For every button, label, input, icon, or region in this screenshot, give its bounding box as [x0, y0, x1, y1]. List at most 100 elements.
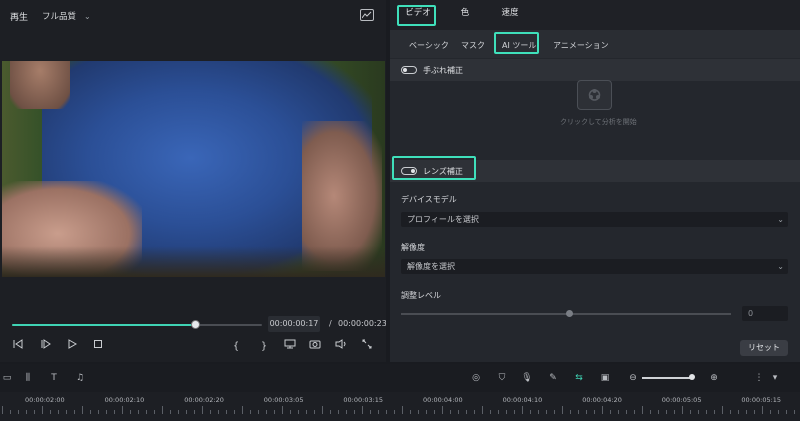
- ruler-tick: [482, 406, 483, 414]
- ruler-label: 00:00:03:05: [263, 396, 304, 404]
- play-icon[interactable]: [64, 339, 80, 355]
- ruler-label: 00:00:04:10: [502, 396, 543, 404]
- chevron-down-icon[interactable]: ▾: [768, 371, 782, 385]
- ruler-tick: [554, 410, 555, 414]
- ruler-tick: [274, 410, 275, 414]
- quality-select[interactable]: フル品質 ⌄: [38, 8, 95, 24]
- speed-icon[interactable]: ◎: [469, 371, 483, 385]
- ruler-tick: [258, 410, 259, 414]
- ruler-tick: [650, 410, 651, 414]
- stats-icon[interactable]: [360, 9, 374, 21]
- subtab-basic[interactable]: ベーシック: [409, 40, 449, 51]
- edit-icon[interactable]: ✎: [546, 371, 560, 385]
- ruler-tick: [570, 410, 571, 414]
- ruler-tick: [490, 410, 491, 414]
- subtab-ai-tools-highlight: [494, 32, 539, 54]
- ruler-tick: [26, 410, 27, 414]
- quality-value: フル品質: [42, 12, 77, 22]
- reset-button[interactable]: リセット: [740, 340, 788, 356]
- device-model-select[interactable]: プロフィールを選択 ⌄: [401, 212, 788, 227]
- inspector-panel: ビデオ 色 速度 ベーシック マスク AI ツール アニメーション 手ぶれ補正 …: [390, 0, 800, 362]
- playback-scrubber[interactable]: [12, 320, 262, 330]
- chevron-down-icon: ⌄: [84, 11, 91, 21]
- ruler-tick: [450, 410, 451, 414]
- ruler-tick: [770, 410, 771, 414]
- shield-icon[interactable]: ⛉: [495, 371, 509, 385]
- audio-wave-icon[interactable]: ♫: [73, 371, 87, 385]
- stabilize-toggle[interactable]: [401, 66, 417, 74]
- adjust-level-input[interactable]: 0: [742, 306, 788, 321]
- zoom-handle[interactable]: [689, 374, 695, 380]
- ruler-tick: [314, 410, 315, 414]
- ruler-tick: [714, 410, 715, 414]
- adjust-level-handle[interactable]: [566, 310, 573, 317]
- ruler-tick: [394, 410, 395, 414]
- ruler-tick: [170, 410, 171, 414]
- subtab-animation[interactable]: アニメーション: [553, 40, 609, 51]
- ruler-tick: [74, 410, 75, 414]
- ruler-tick: [498, 410, 499, 414]
- tab-color[interactable]: 色: [455, 6, 475, 18]
- text-tool-icon[interactable]: T: [47, 371, 61, 385]
- next-frame-icon[interactable]: [38, 339, 54, 355]
- ruler-tick: [306, 410, 307, 414]
- adjust-level-label: 調整レベル: [401, 291, 441, 300]
- ruler-tick: [626, 410, 627, 414]
- ruler-tick: [194, 410, 195, 414]
- mark-out-icon[interactable]: }: [256, 339, 272, 355]
- prev-frame-icon[interactable]: [10, 339, 26, 355]
- ruler-tick: [794, 410, 795, 414]
- scrubber-handle[interactable]: [190, 320, 200, 329]
- ruler-tick: [378, 410, 379, 414]
- ruler-tick: [330, 410, 331, 414]
- ruler-tick: [458, 410, 459, 414]
- total-timecode: 00:00:00:23: [338, 319, 386, 328]
- resolution-select[interactable]: 解像度を選択 ⌄: [401, 259, 788, 274]
- current-timecode[interactable]: 00:00:00:17: [268, 316, 320, 332]
- ruler-tick: [162, 406, 163, 414]
- grid-menu-icon[interactable]: ⋮: [752, 371, 766, 385]
- mark-in-icon[interactable]: {: [228, 339, 244, 355]
- caption-icon[interactable]: ▣: [598, 371, 612, 385]
- video-preview: [2, 61, 385, 277]
- ruler-label: 00:00:04:20: [582, 396, 622, 404]
- ruler-tick: [210, 410, 211, 414]
- ruler-tick: [738, 410, 739, 414]
- zoom-out-icon[interactable]: ⊖: [626, 371, 640, 385]
- scrubber-progress: [12, 324, 195, 326]
- volume-icon[interactable]: [333, 339, 349, 355]
- crop-icon[interactable]: ▭: [0, 371, 14, 385]
- analyze-icon[interactable]: [577, 80, 612, 110]
- ruler-tick: [234, 410, 235, 414]
- tab-speed[interactable]: 速度: [498, 6, 522, 18]
- ruler-tick: [562, 406, 563, 414]
- ruler-tick: [290, 410, 291, 414]
- display-icon[interactable]: [282, 339, 298, 355]
- ruler-tick: [66, 410, 67, 414]
- zoom-slider[interactable]: [642, 377, 692, 379]
- ruler-tick: [506, 410, 507, 414]
- ruler-tick: [186, 410, 187, 414]
- fullscreen-icon[interactable]: [359, 339, 375, 355]
- subtab-mask[interactable]: マスク: [461, 40, 485, 51]
- ruler-tick: [298, 410, 299, 414]
- lens-highlight: [392, 156, 476, 180]
- ruler-tick: [250, 410, 251, 414]
- ruler-tick: [514, 410, 515, 414]
- audio-icon[interactable]: ⫼: [21, 371, 35, 385]
- split-icon[interactable]: ⇆: [572, 371, 586, 385]
- ruler-tick: [154, 410, 155, 414]
- stop-icon[interactable]: [90, 339, 106, 355]
- resolution-value: 解像度を選択: [407, 262, 455, 271]
- zoom-in-icon[interactable]: ⊕: [707, 371, 721, 385]
- ruler-tick: [354, 410, 355, 414]
- ruler-tick: [42, 406, 43, 414]
- microphone-icon[interactable]: 🎙: [520, 371, 534, 385]
- ruler-tick: [530, 410, 531, 414]
- ruler-tick: [642, 406, 643, 414]
- snapshot-icon[interactable]: [307, 339, 323, 355]
- ruler-tick: [434, 410, 435, 414]
- ruler-label: 00:00:04:00: [423, 396, 463, 404]
- ruler-label: 00:00:02:20: [184, 396, 224, 404]
- ruler-tick: [746, 410, 747, 414]
